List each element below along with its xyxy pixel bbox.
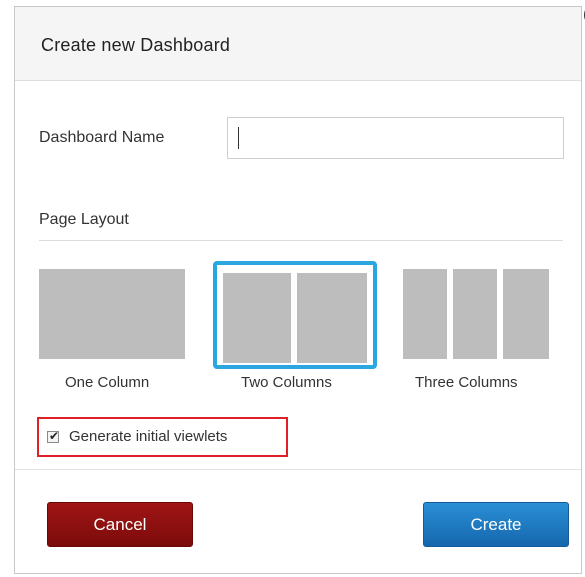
layout-option-one-column[interactable]	[39, 269, 185, 359]
layout-label-two-columns: Two Columns	[241, 374, 332, 391]
column-thumbnail	[503, 269, 549, 359]
page-layout-label: Page Layout	[39, 211, 129, 228]
generate-viewlets-label[interactable]: Generate initial viewlets	[69, 428, 227, 445]
dashboard-name-label: Dashboard Name	[39, 129, 165, 146]
dialog-title: Create new Dashboard	[41, 35, 231, 55]
checkmark-icon: ✔	[49, 429, 60, 443]
generate-viewlets-highlight: ✔ Generate initial viewlets	[37, 417, 288, 457]
cancel-button[interactable]: Cancel	[47, 502, 193, 547]
column-thumbnail	[403, 269, 447, 359]
column-thumbnail	[453, 269, 497, 359]
layout-label-one-column: One Column	[65, 374, 150, 391]
column-thumbnail	[223, 273, 291, 363]
dashboard-name-input[interactable]	[227, 117, 564, 159]
column-thumbnail	[297, 273, 367, 363]
section-divider	[39, 240, 563, 241]
column-thumbnail	[39, 269, 185, 359]
create-button[interactable]: Create	[423, 502, 569, 547]
layout-option-two-columns[interactable]	[213, 261, 377, 369]
footer-divider	[15, 469, 581, 470]
create-dashboard-dialog: Create new Dashboard Dashboard Name Page…	[14, 3, 585, 574]
text-cursor	[238, 127, 239, 149]
screenshot-frame: Create new Dashboard Dashboard Name Page…	[0, 0, 585, 577]
dialog-header: Create new Dashboard	[15, 7, 581, 81]
layout-label-three-columns: Three Columns	[415, 374, 518, 391]
generate-viewlets-checkbox[interactable]: ✔	[47, 429, 60, 443]
layout-option-three-columns[interactable]	[403, 269, 549, 359]
